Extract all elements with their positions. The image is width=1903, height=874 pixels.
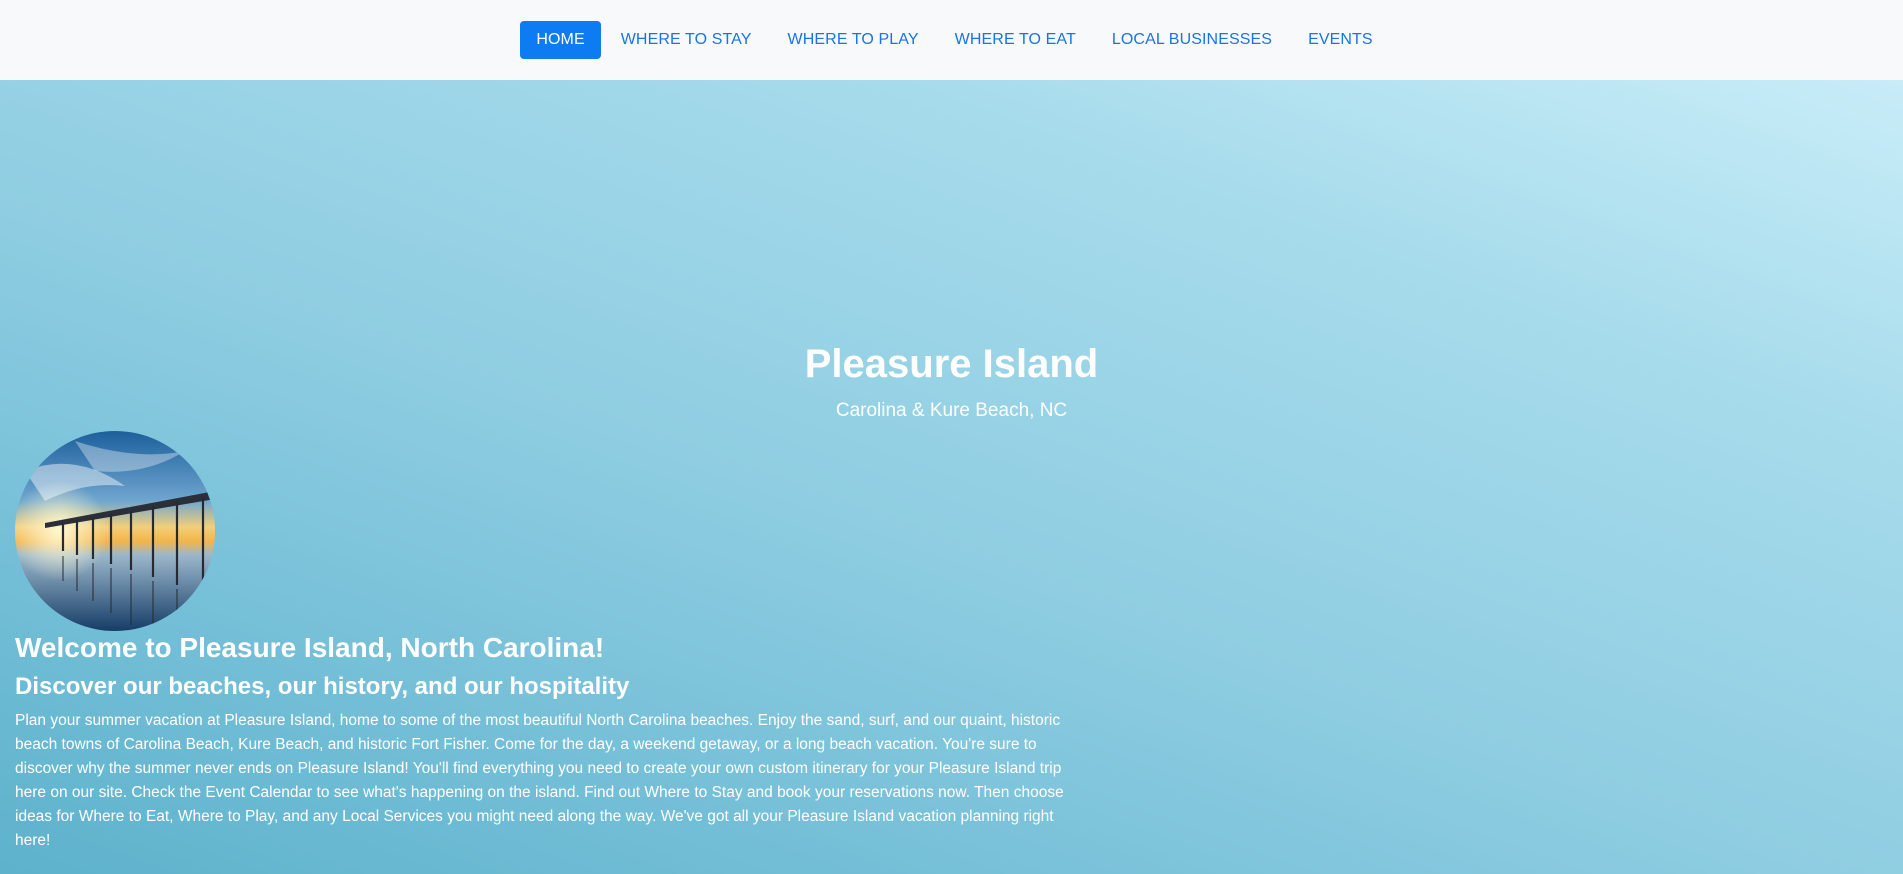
nav-item-where-to-eat[interactable]: WHERE TO EAT: [939, 21, 1092, 59]
nav-item-where-to-play[interactable]: WHERE TO PLAY: [772, 21, 935, 59]
hero-title: Pleasure Island: [804, 342, 1099, 386]
welcome-heading: Welcome to Pleasure Island, North Caroli…: [15, 632, 605, 663]
nav-item-events[interactable]: EVENTS: [1292, 21, 1389, 59]
top-navbar: HOME WHERE TO STAY WHERE TO PLAY WHERE T…: [0, 0, 1903, 80]
intro-paragraph: Plan your summer vacation at Pleasure Is…: [15, 712, 1064, 849]
pier-sunset-illustration: [15, 431, 215, 631]
nav-item-local-businesses[interactable]: LOCAL BUSINESSES: [1096, 21, 1288, 59]
nav-list: HOME WHERE TO STAY WHERE TO PLAY WHERE T…: [520, 21, 1388, 59]
welcome-subheading: Discover our beaches, our history, and o…: [15, 673, 630, 700]
pier-sunset-image: [15, 431, 215, 631]
hero-section: Pleasure Island Carolina & Kure Beach, N…: [0, 80, 1903, 874]
nav-item-where-to-stay[interactable]: WHERE TO STAY: [605, 21, 768, 59]
hero-subtitle: Carolina & Kure Beach, NC: [835, 400, 1068, 421]
nav-item-home[interactable]: HOME: [520, 21, 601, 59]
